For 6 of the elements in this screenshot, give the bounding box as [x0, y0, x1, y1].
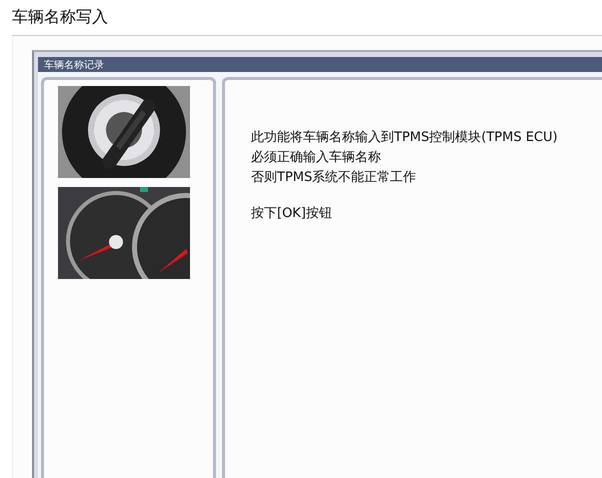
- window-title: 车辆名称记录: [44, 58, 104, 72]
- page-title: 车辆名称写入: [12, 7, 108, 28]
- message-text: 否则TPMS系统不能正常工作: [251, 169, 418, 187]
- message-text: 按下[OK]按钮: [251, 205, 333, 223]
- message-text: 必须正确输入车辆名称: [251, 149, 382, 167]
- message-text: 此功能将车辆名称输入到TPMS控制模块(TPMS ECU): [251, 129, 559, 147]
